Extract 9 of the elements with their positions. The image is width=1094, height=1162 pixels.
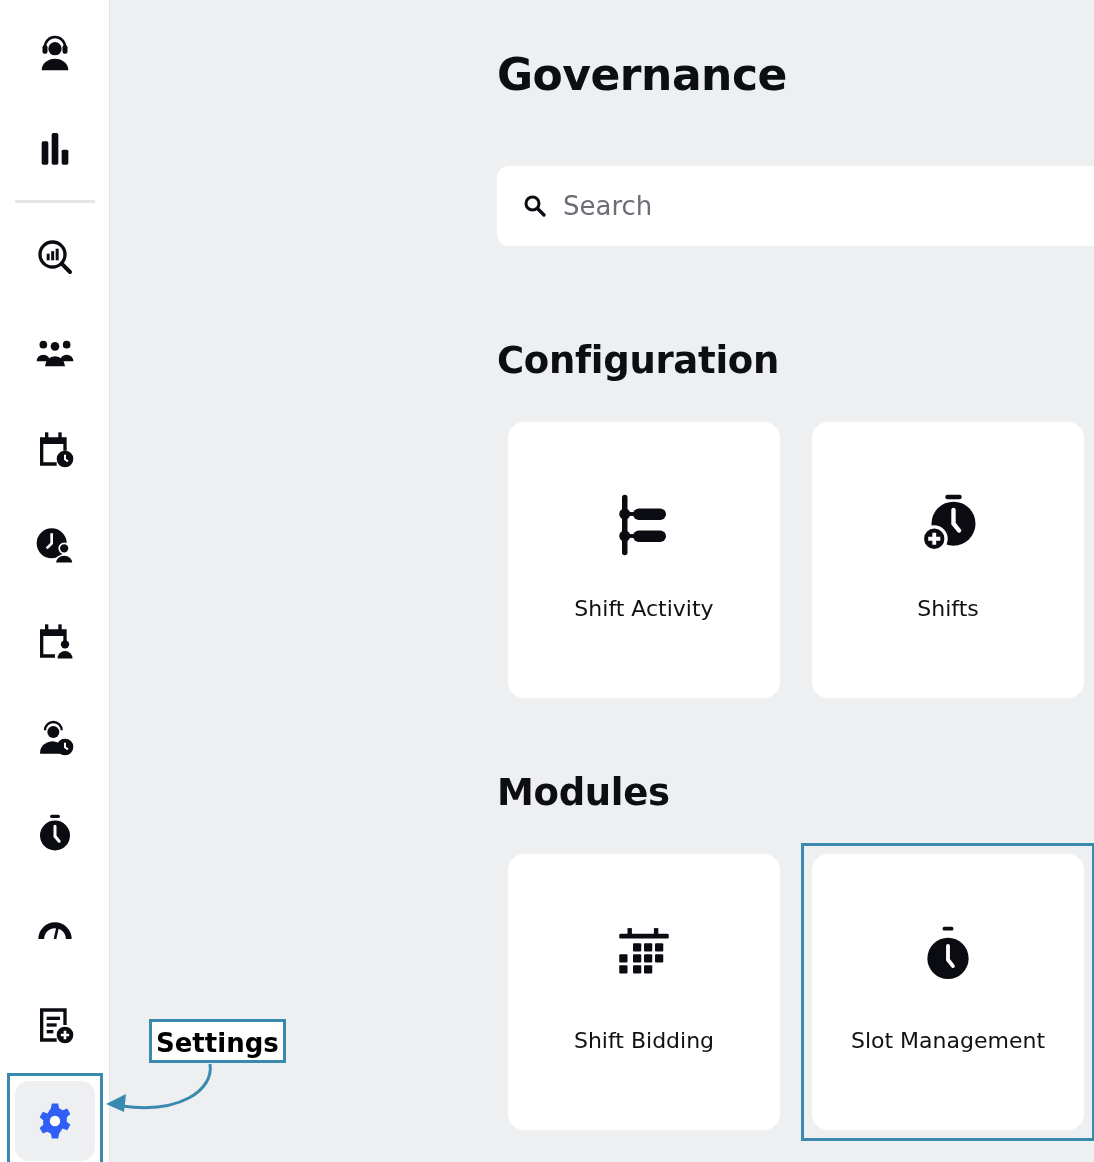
module-card[interactable]: Shift Bidding	[508, 854, 780, 1130]
section-heading: Configuration	[497, 338, 780, 384]
callout-label: Settings	[149, 1019, 286, 1063]
module-card[interactable]: Shift Activity	[508, 422, 780, 698]
search-field[interactable]: Search	[497, 166, 1094, 246]
module-card[interactable]: Shifts	[812, 422, 1084, 698]
module-card[interactable]: Slot Management	[812, 854, 1084, 1130]
page-title: Governance	[497, 48, 788, 102]
section-heading: Modules	[497, 770, 671, 816]
